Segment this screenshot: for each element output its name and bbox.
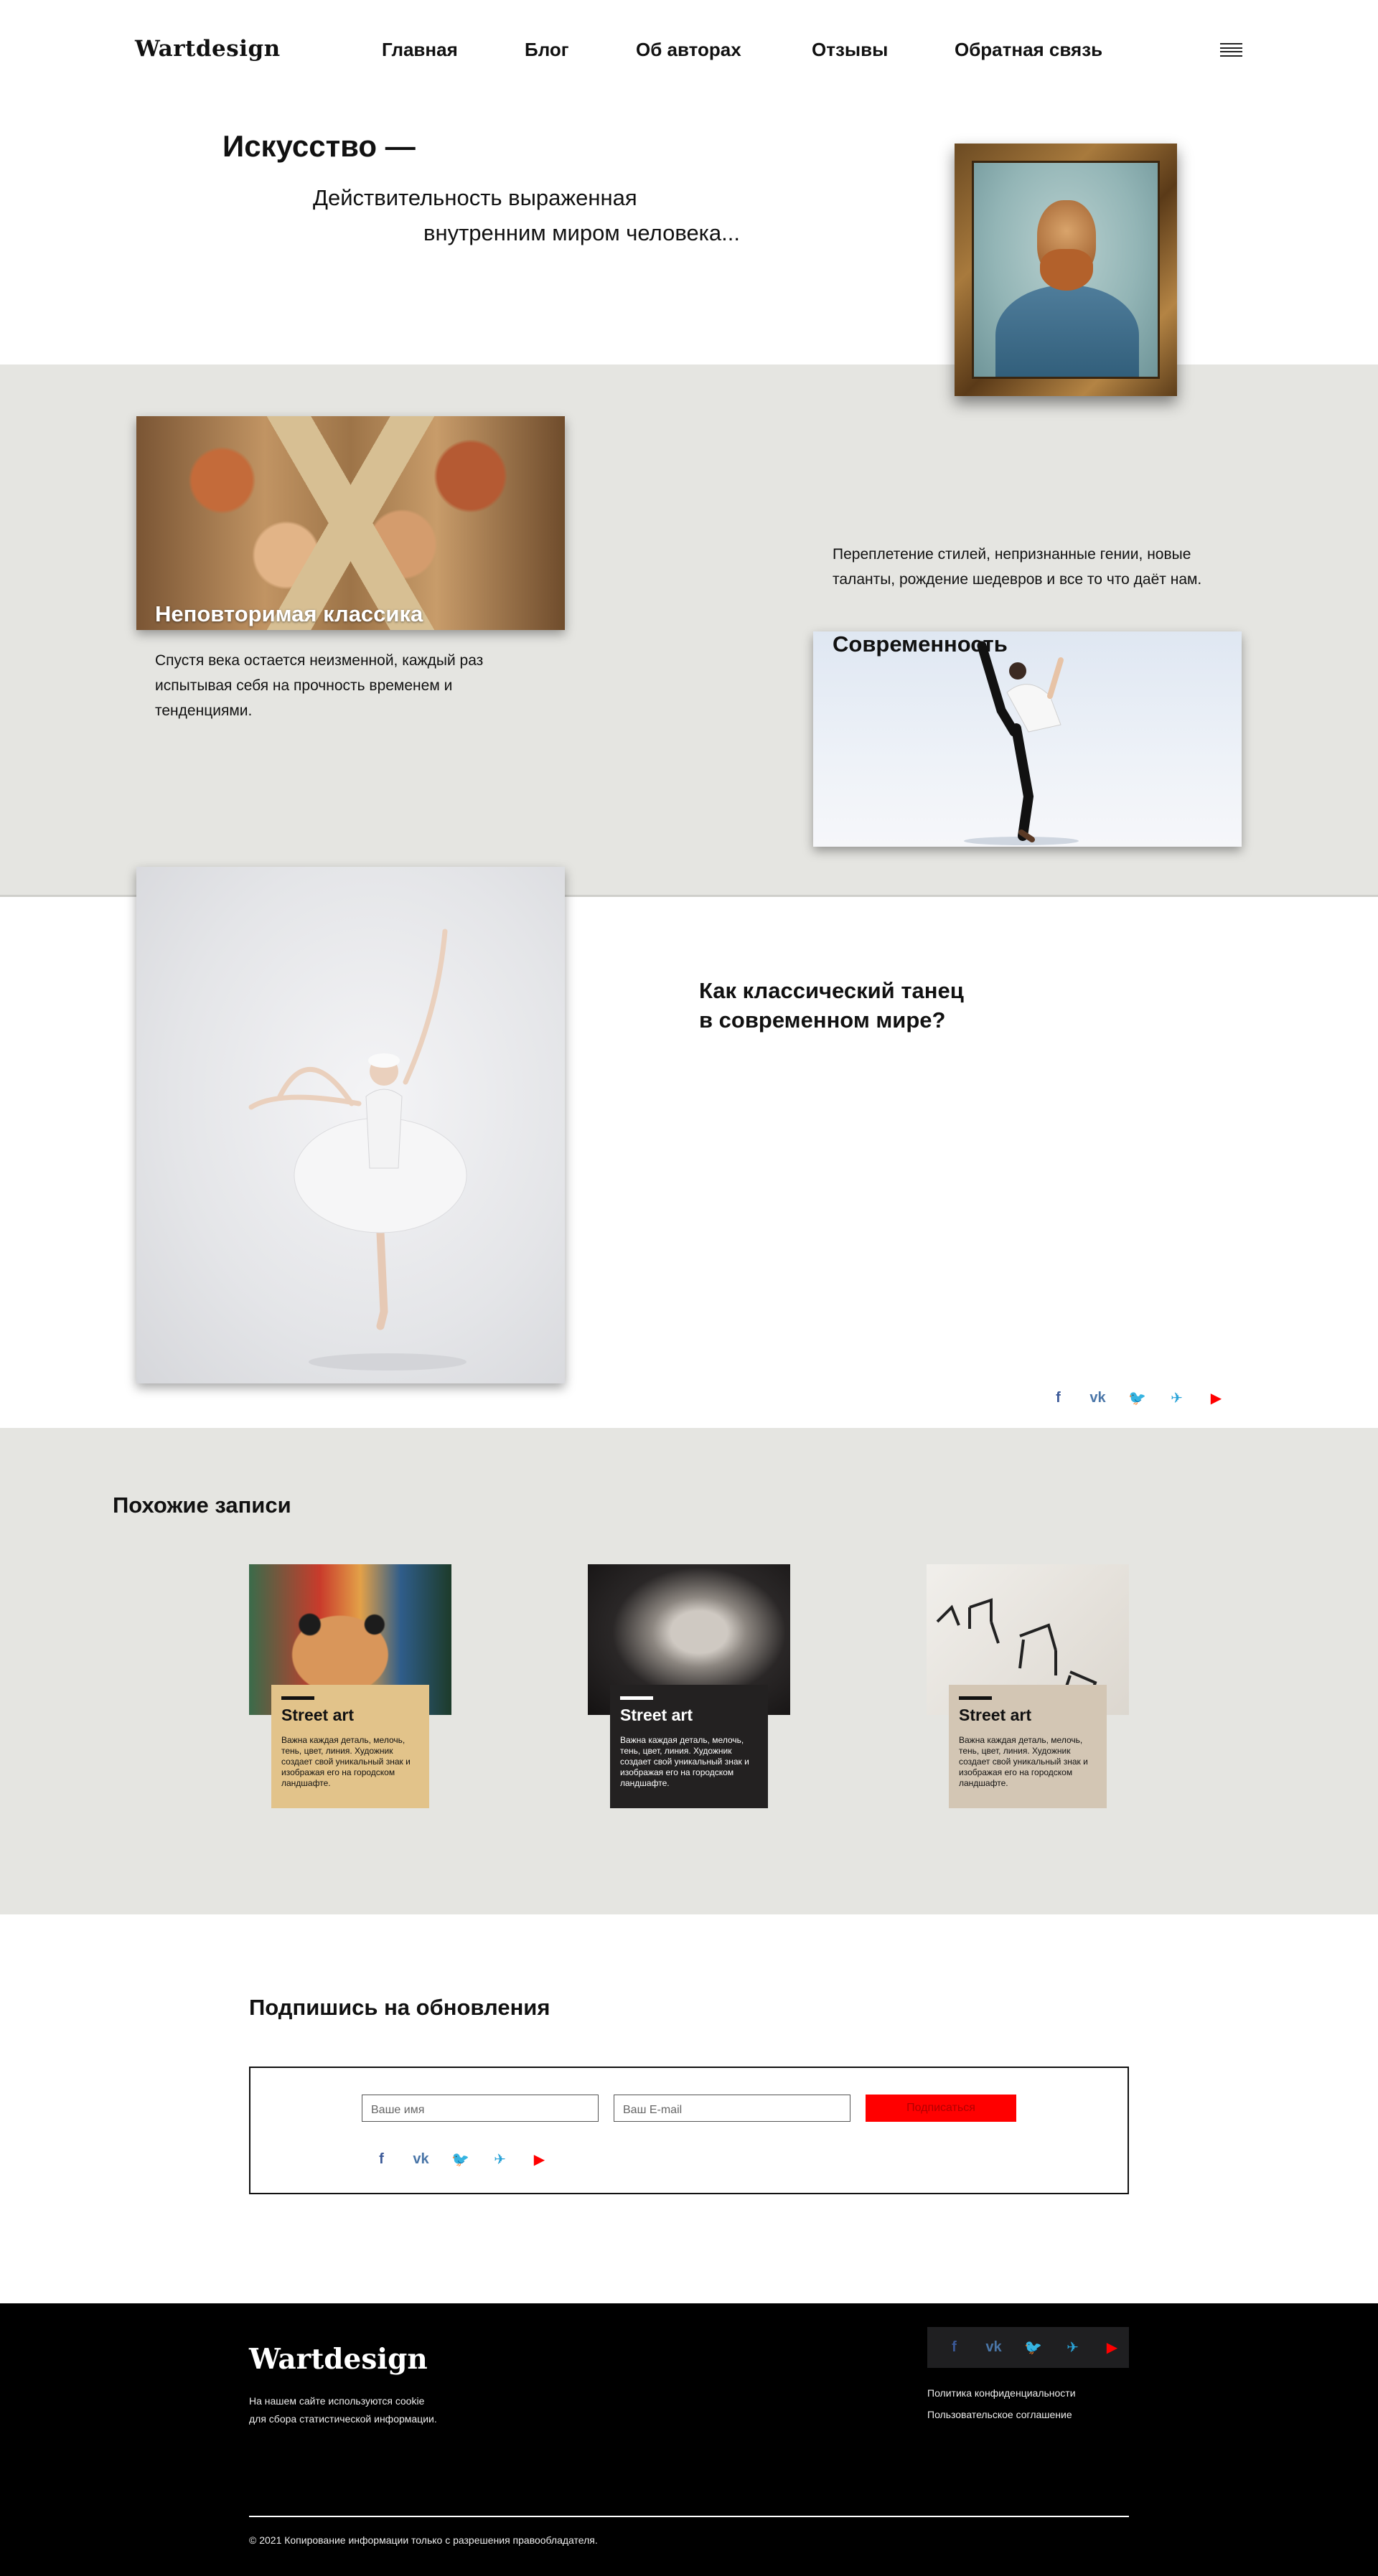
facebook-icon[interactable]: f [362,2151,401,2168]
cookie-notice: На нашем сайте используются cookie для с… [249,2392,493,2428]
article-title-line2: в современном мире? [699,1007,946,1033]
related-card-2-text: Важна каждая деталь, мелочь, тень, цвет,… [620,1735,749,1788]
main-nav: Главная Блог Об авторах Отзывы Обратная … [0,39,1378,65]
twitter-icon[interactable]: 🐦 [1117,1389,1157,1407]
nav-item-home[interactable]: Главная [382,39,458,61]
telegram-icon[interactable]: ✈ [1053,2338,1092,2356]
related-card-3-title: Street art [959,1706,1031,1724]
facebook-icon[interactable]: f [934,2339,974,2356]
hero-title: Искусство — [222,129,416,163]
menu-icon[interactable] [1220,43,1242,57]
footer-divider [249,2516,1129,2517]
related-card-1-text: Важна каждая деталь, мелочь, тень, цвет,… [281,1735,411,1788]
youtube-icon[interactable]: ▶ [1092,2338,1132,2356]
youtube-icon[interactable]: ▶ [520,2150,559,2168]
vk-icon[interactable]: vk [401,2151,441,2168]
footer-logo[interactable]: Wartdesign [249,2343,428,2376]
email-input[interactable]: Ваш E-mail [614,2095,850,2122]
modern-dance-image[interactable] [813,631,1242,847]
related-card-3[interactable]: Street art Важна каждая деталь, мелочь, … [949,1685,1107,1808]
related-card-3-text: Важна каждая деталь, мелочь, тень, цвет,… [959,1735,1088,1788]
classic-art-image[interactable] [136,416,565,630]
ballerina-image [136,867,565,1383]
related-card-1[interactable]: Street art Важна каждая деталь, мелочь, … [271,1685,429,1808]
hero-subtitle-line1: Действительность выраженная [313,185,637,210]
youtube-icon[interactable]: ▶ [1196,1389,1236,1407]
classic-title[interactable]: Неповторимая классика [155,601,423,627]
article-title-line1: Как классический танец [699,978,964,1003]
footer-links: Политика конфиденциальности Пользователь… [927,2382,1076,2425]
cookie-notice-line1: На нашем сайте используются cookie [249,2395,425,2407]
article-share-icons: f vk 🐦 ✈ ▶ [1039,1389,1236,1407]
telegram-icon[interactable]: ✈ [1157,1389,1196,1407]
subscribe-form: Ваше имя Ваш E-mail Подписаться f vk 🐦 ✈… [249,2067,1129,2194]
footer-social-icons: f vk 🐦 ✈ ▶ [934,2338,1132,2356]
related-title: Похожие записи [113,1493,291,1518]
cookie-notice-line2: для сбора статистической информации. [249,2413,437,2425]
related-card-1-title: Street art [281,1706,354,1724]
related-card-2-title: Street art [620,1706,693,1724]
modern-title[interactable]: Современность [833,631,1008,657]
twitter-icon[interactable]: 🐦 [441,2150,480,2168]
footer-social-bar: f vk 🐦 ✈ ▶ [927,2327,1129,2368]
subscribe-title: Подпишись на обновления [249,1995,550,2020]
vk-icon[interactable]: vk [1078,1390,1117,1406]
modern-description: Переплетение стилей, непризнанные гении,… [833,546,1202,588]
nav-item-feedback[interactable]: Обратная связь [955,39,1102,61]
subscribe-social-icons: f vk 🐦 ✈ ▶ [362,2150,559,2168]
copyright: © 2021 Копирование информации только с р… [249,2534,598,2546]
classic-description: Спустя века остается неизменной, каждый … [155,652,484,719]
hero-subtitle-line2: внутренним миром человека... [423,220,741,245]
nav-item-authors[interactable]: Об авторах [636,39,741,61]
user-agreement-link[interactable]: Пользовательское соглашение [927,2404,1076,2425]
facebook-icon[interactable]: f [1039,1390,1078,1406]
twitter-icon[interactable]: 🐦 [1013,2338,1053,2356]
subscribe-button[interactable]: Подписаться [866,2095,1016,2122]
privacy-policy-link[interactable]: Политика конфиденциальности [927,2382,1076,2404]
portrait-painting-image [955,144,1177,396]
related-card-2[interactable]: Street art Важна каждая деталь, мелочь, … [610,1685,768,1808]
article-title: Как классический танец в современном мир… [699,976,964,1035]
vk-icon[interactable]: vk [974,2339,1013,2356]
footer: Wartdesign На нашем сайте используются c… [0,2303,1378,2576]
nav-item-blog[interactable]: Блог [525,39,569,61]
nav-item-reviews[interactable]: Отзывы [812,39,888,61]
name-input[interactable]: Ваше имя [362,2095,599,2122]
telegram-icon[interactable]: ✈ [480,2150,520,2168]
